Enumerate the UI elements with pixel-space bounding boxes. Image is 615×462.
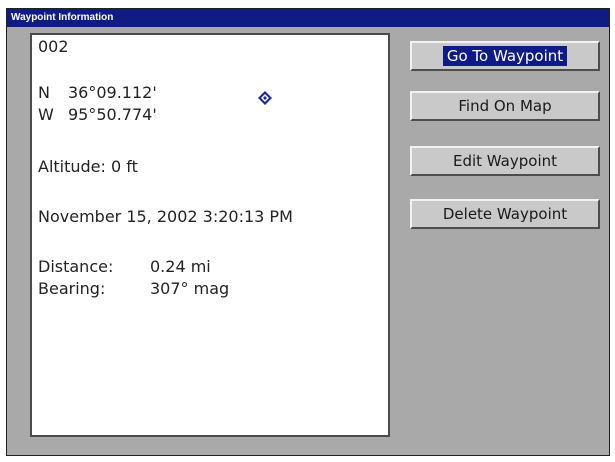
edit-waypoint-button[interactable]: Edit Waypoint <box>410 146 600 176</box>
waypoint-name: 002 <box>38 37 69 56</box>
latitude-row: N 36°09.112' <box>38 83 157 102</box>
distance-label: Distance: <box>38 257 114 276</box>
distance-row: Distance: 0.24 mi <box>38 257 211 276</box>
waypoint-diamond-icon <box>258 91 272 105</box>
find-on-map-label: Find On Map <box>458 97 552 115</box>
bearing-row: Bearing: 307° mag <box>38 279 229 298</box>
altitude-text: Altitude: 0 ft <box>38 157 138 176</box>
delete-waypoint-label: Delete Waypoint <box>442 205 568 223</box>
go-to-waypoint-button[interactable]: Go To Waypoint <box>410 41 600 71</box>
waypoint-info-panel: 002 N 36°09.112' W 95°50.774' Altitude: 0 … <box>30 33 390 437</box>
go-to-waypoint-label: Go To Waypoint <box>442 46 568 66</box>
window-title: Waypoint Information <box>7 9 609 27</box>
find-on-map-button[interactable]: Find On Map <box>410 91 600 121</box>
bearing-label: Bearing: <box>38 279 106 298</box>
waypoint-timestamp: November 15, 2002 3:20:13 PM <box>38 207 293 226</box>
delete-waypoint-button[interactable]: Delete Waypoint <box>410 199 600 229</box>
latitude-value: 36°09.112' <box>68 83 157 102</box>
latitude-hemisphere: N <box>38 83 50 102</box>
waypoint-information-window: Waypoint Information 002 N 36°09.112' W 95… <box>6 8 610 456</box>
distance-value: 0.24 mi <box>150 257 211 276</box>
bearing-value: 307° mag <box>150 279 230 298</box>
longitude-row: W 95°50.774' <box>38 105 157 124</box>
longitude-value: 95°50.774' <box>68 105 157 124</box>
edit-waypoint-label: Edit Waypoint <box>452 152 557 170</box>
longitude-hemisphere: W <box>38 105 54 124</box>
